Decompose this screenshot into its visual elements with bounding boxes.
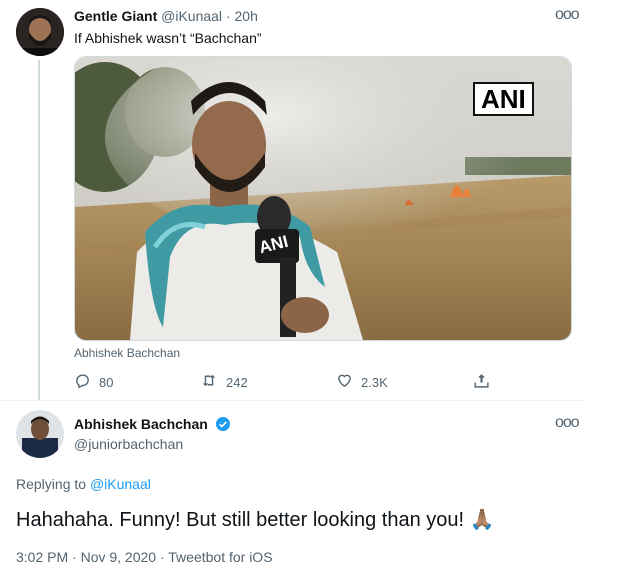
- reply-handle[interactable]: @juniorbachchan: [74, 436, 183, 452]
- replying-to-prefix: Replying to: [16, 476, 87, 492]
- gentle-giant-avatar[interactable]: [16, 8, 64, 56]
- parent-tweet-text: If Abhishek wasn’t “Bachchan”: [74, 30, 262, 46]
- parent-separator: ·: [225, 8, 231, 24]
- parent-time[interactable]: 20h: [235, 8, 258, 24]
- retweet-icon: [200, 372, 218, 392]
- retweet-button[interactable]: 242: [200, 372, 248, 392]
- like-count: 2.3K: [361, 374, 388, 390]
- verified-badge-icon: [215, 416, 231, 432]
- retweet-count: 242: [226, 374, 248, 390]
- reply-button[interactable]: 80: [74, 372, 113, 392]
- heart-icon: [336, 372, 353, 392]
- parent-handle[interactable]: @iKunaal: [161, 8, 222, 24]
- media-caption[interactable]: Abhishek Bachchan: [74, 346, 180, 360]
- replying-to-link[interactable]: @iKunaal: [90, 476, 151, 492]
- share-button[interactable]: [473, 372, 490, 392]
- reply-header: Abhishek Bachchan: [74, 416, 231, 432]
- share-icon: [473, 372, 490, 392]
- parent-display-name[interactable]: Gentle Giant: [74, 8, 157, 24]
- abhishek-avatar[interactable]: [16, 410, 64, 458]
- reply-text-line: Hahahaha. Funny! But still better lookin…: [16, 507, 495, 532]
- parent-tweet-header: Gentle Giant @iKunaal · 20h: [74, 8, 258, 24]
- tweet-media-photo[interactable]: ANI ANI: [74, 56, 572, 341]
- reply-display-name[interactable]: Abhishek Bachchan: [74, 416, 208, 432]
- folded-hands-emoji: 🙏🏽: [469, 509, 495, 531]
- divider: [0, 400, 586, 401]
- reply-more-icon[interactable]: ooo: [555, 414, 580, 432]
- thread-connector: [38, 60, 40, 400]
- reply-text: Hahahaha. Funny! But still better lookin…: [16, 509, 465, 531]
- reply-icon: [74, 372, 91, 392]
- more-icon[interactable]: ooo: [555, 6, 580, 24]
- ani-watermark: ANI: [473, 82, 534, 116]
- reply-count: 80: [99, 374, 114, 390]
- replying-to-line: Replying to @iKunaal: [16, 476, 151, 492]
- tweet-timestamp[interactable]: 3:02 PM · Nov 9, 2020 · Tweetbot for iOS: [16, 549, 273, 565]
- like-button[interactable]: 2.3K: [336, 372, 388, 392]
